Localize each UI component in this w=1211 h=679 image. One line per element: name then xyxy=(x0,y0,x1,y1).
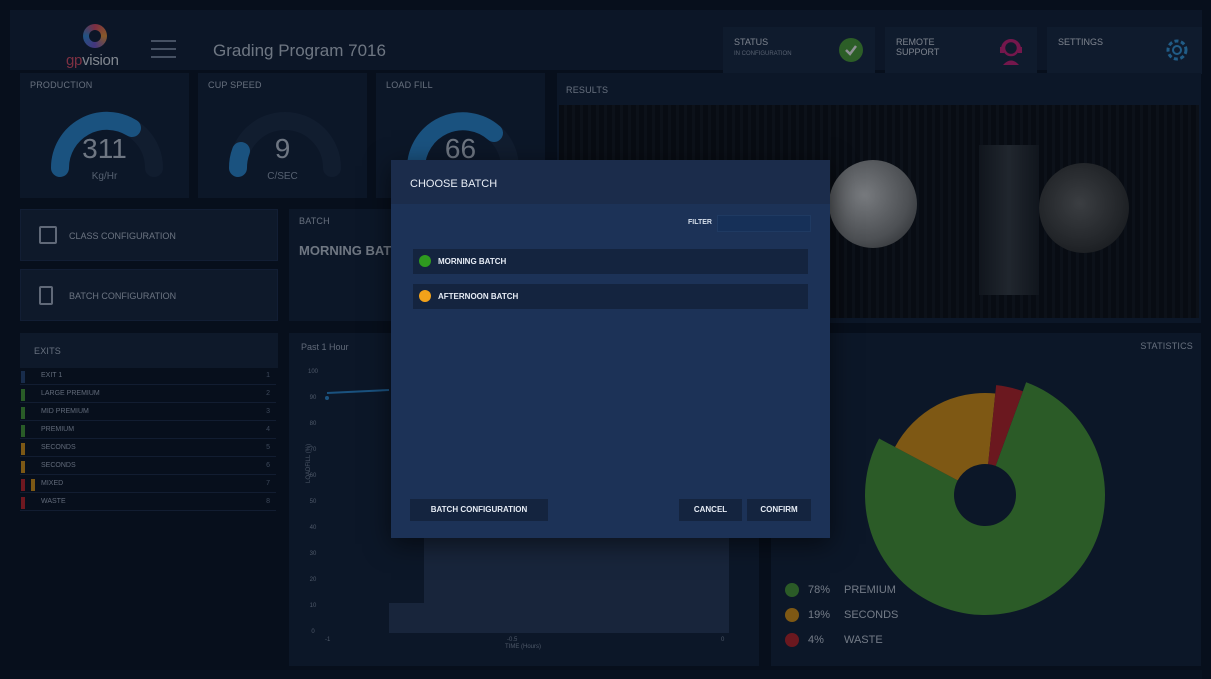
dialog-title: CHOOSE BATCH xyxy=(410,178,498,190)
confirm-button[interactable]: CONFIRM xyxy=(747,499,811,521)
batch-color-dot xyxy=(419,255,431,267)
batch-color-dot xyxy=(419,290,431,302)
filter-label: FILTER xyxy=(688,219,712,226)
dialog-header: CHOOSE BATCH xyxy=(391,160,830,204)
batch-item-label: MORNING BATCH xyxy=(438,257,507,266)
choose-batch-dialog: CHOOSE BATCH FILTER MORNING BATCH AFTERN… xyxy=(391,160,830,538)
batch-item-afternoon[interactable]: AFTERNOON BATCH xyxy=(413,284,808,309)
filter-input[interactable] xyxy=(717,215,811,232)
batch-item-morning[interactable]: MORNING BATCH xyxy=(413,249,808,274)
batch-item-label: AFTERNOON BATCH xyxy=(438,292,519,301)
batch-configuration-dialog-button[interactable]: BATCH CONFIGURATION xyxy=(410,499,548,521)
cancel-button[interactable]: CANCEL xyxy=(679,499,742,521)
